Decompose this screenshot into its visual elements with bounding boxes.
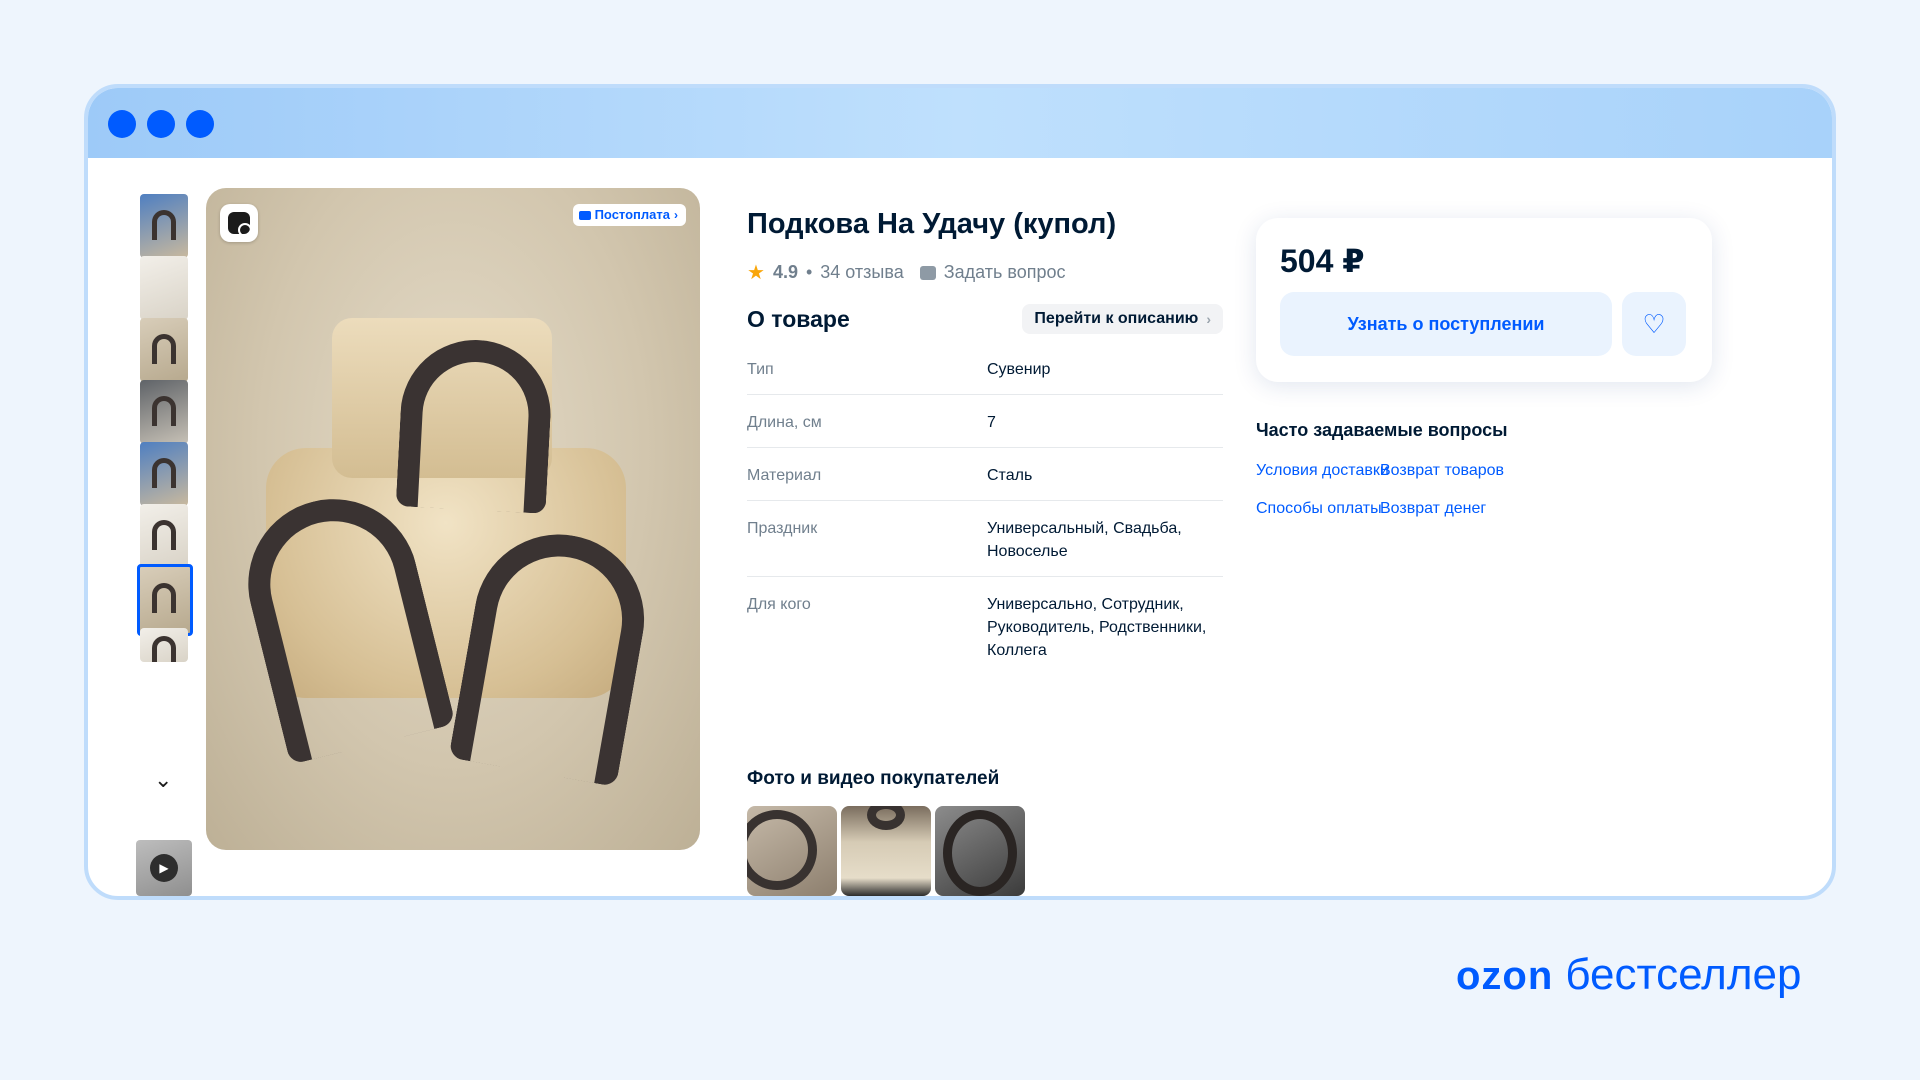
spec-value: Сувенир: [987, 361, 1051, 378]
favorite-button[interactable]: ♡: [1622, 292, 1686, 356]
chevron-right-icon: ›: [1206, 311, 1211, 327]
price: 504 ₽: [1280, 243, 1365, 279]
chevron-right-icon: ›: [674, 208, 678, 222]
go-to-description-label: Перейти к описанию: [1034, 310, 1199, 327]
thumbnail[interactable]: [140, 194, 188, 258]
faq-link-payment[interactable]: Способы оплаты: [1256, 500, 1382, 518]
buy-card: 504 ₽ Узнать о поступлении ♡: [1256, 218, 1712, 382]
spec-value: Универсально, Сотрудник, Руководитель, Р…: [987, 596, 1207, 659]
spec-value: Сталь: [987, 467, 1033, 484]
rating-separator: •: [805, 262, 813, 282]
rating-value: 4.9: [772, 262, 798, 282]
spec-row: Праздник Универсальный, Свадьба, Новосел…: [747, 501, 1223, 577]
play-icon: ▶: [150, 854, 178, 882]
heart-icon: ♡: [1642, 308, 1666, 339]
faq-link-delivery[interactable]: Условия доставки: [1256, 462, 1389, 480]
faq-link-returns[interactable]: Возврат товаров: [1380, 462, 1504, 480]
brand-tagline: бестселлер: [1565, 950, 1802, 999]
thumbnail[interactable]: [140, 380, 188, 444]
about-header: О товаре Перейти к описанию ›: [747, 304, 1223, 334]
notify-arrival-button[interactable]: Узнать о поступлении: [1280, 292, 1612, 356]
window-control-dot[interactable]: [186, 110, 214, 138]
product-title: Подкова На Удачу (купол): [747, 208, 1117, 240]
spec-value: Универсальный, Свадьба, Новоселье: [987, 520, 1182, 560]
reviews-link[interactable]: 34 отзыва: [820, 262, 903, 283]
postpay-badge[interactable]: Постоплата ›: [572, 204, 686, 226]
buyer-photo[interactable]: [935, 806, 1025, 896]
buyer-photo[interactable]: [747, 806, 837, 896]
spec-key: Длина, см: [747, 414, 822, 431]
chevron-down-icon[interactable]: ⌄: [154, 767, 172, 793]
ozon-logo: ozon: [1456, 954, 1554, 998]
window-control-dot[interactable]: [108, 110, 136, 138]
faq-link-refund[interactable]: Возврат денег: [1380, 500, 1486, 518]
thumbnail-active[interactable]: [137, 564, 193, 636]
go-to-description-button[interactable]: Перейти к описанию ›: [1022, 304, 1223, 334]
spec-key: Для кого: [747, 596, 811, 613]
spec-key: Праздник: [747, 520, 818, 537]
chat-bubble-icon: [919, 265, 936, 280]
spec-row: Для кого Универсально, Сотрудник, Руково…: [747, 577, 1223, 675]
main-product-photo[interactable]: Постоплата ›: [206, 188, 700, 850]
spec-value: 7: [987, 414, 996, 431]
spec-key: Материал: [747, 467, 822, 484]
spec-row: Материал Сталь: [747, 448, 1223, 501]
thumbnail[interactable]: [140, 318, 188, 382]
ask-question-link[interactable]: Задать вопрос: [944, 262, 1066, 283]
spec-table: Тип Сувенир Длина, см 7 Материал Сталь П…: [747, 342, 1223, 675]
thumbnail[interactable]: [140, 628, 188, 662]
thumbnail[interactable]: [140, 504, 188, 568]
image-search-button[interactable]: [220, 204, 258, 242]
star-icon: ★: [747, 262, 765, 284]
faq-title: Часто задаваемые вопросы: [1256, 420, 1508, 440]
window-titlebar: [88, 88, 1832, 158]
spec-row: Длина, см 7: [747, 395, 1223, 448]
buyer-media-title: Фото и видео покупателей: [747, 768, 1000, 789]
buyer-photo[interactable]: [841, 806, 931, 896]
buyer-photos: [747, 806, 1025, 896]
thumbnail[interactable]: [140, 256, 188, 320]
wallet-icon: [578, 210, 591, 220]
spec-key: Тип: [747, 361, 774, 378]
image-search-icon: [228, 212, 252, 237]
rating-row: ★ 4.9 • 34 отзыва Задать вопрос: [747, 260, 1066, 285]
window-control-dot[interactable]: [147, 110, 175, 138]
video-thumbnail[interactable]: ▶: [136, 840, 192, 896]
browser-window: ⌄ ▶ Постоплата › Подкова На Удачу (купол…: [84, 84, 1836, 900]
spec-row: Тип Сувенир: [747, 342, 1223, 395]
postpay-badge-label: Постоплата: [594, 207, 670, 222]
about-title: О товаре: [747, 306, 850, 332]
thumbnail[interactable]: [140, 442, 188, 506]
ozon-bestseller-logo: ozon бестселлер: [1456, 950, 1801, 1000]
